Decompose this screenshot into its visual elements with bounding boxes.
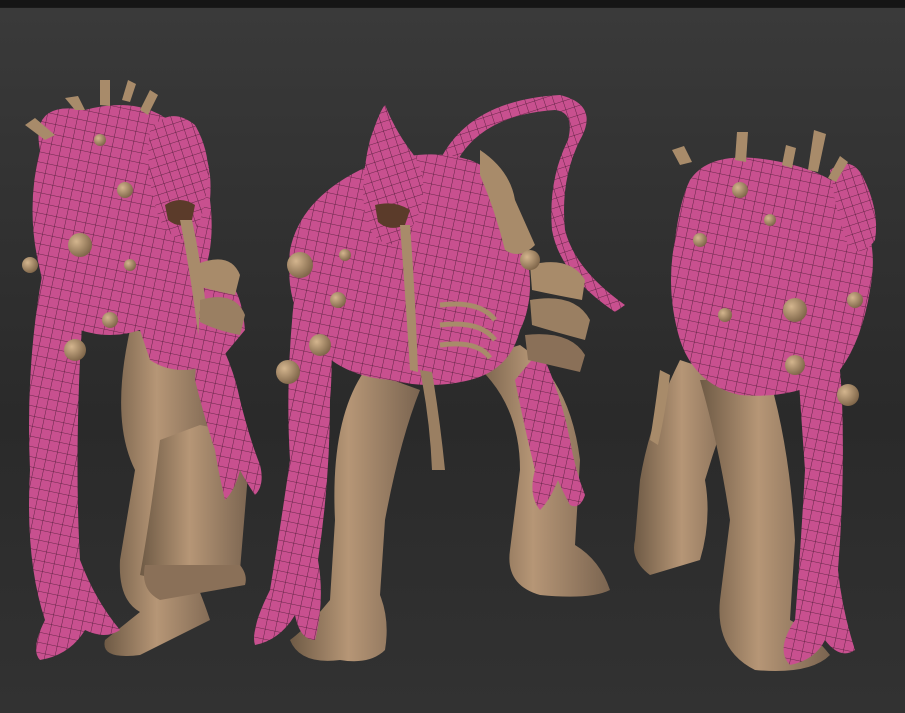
sculpt-viewport[interactable] [0,0,905,713]
creature-back-view [634,130,877,671]
creature-front-view [22,80,262,660]
sculpt-render [22,80,877,671]
creature-three-quarter-view [254,95,625,662]
